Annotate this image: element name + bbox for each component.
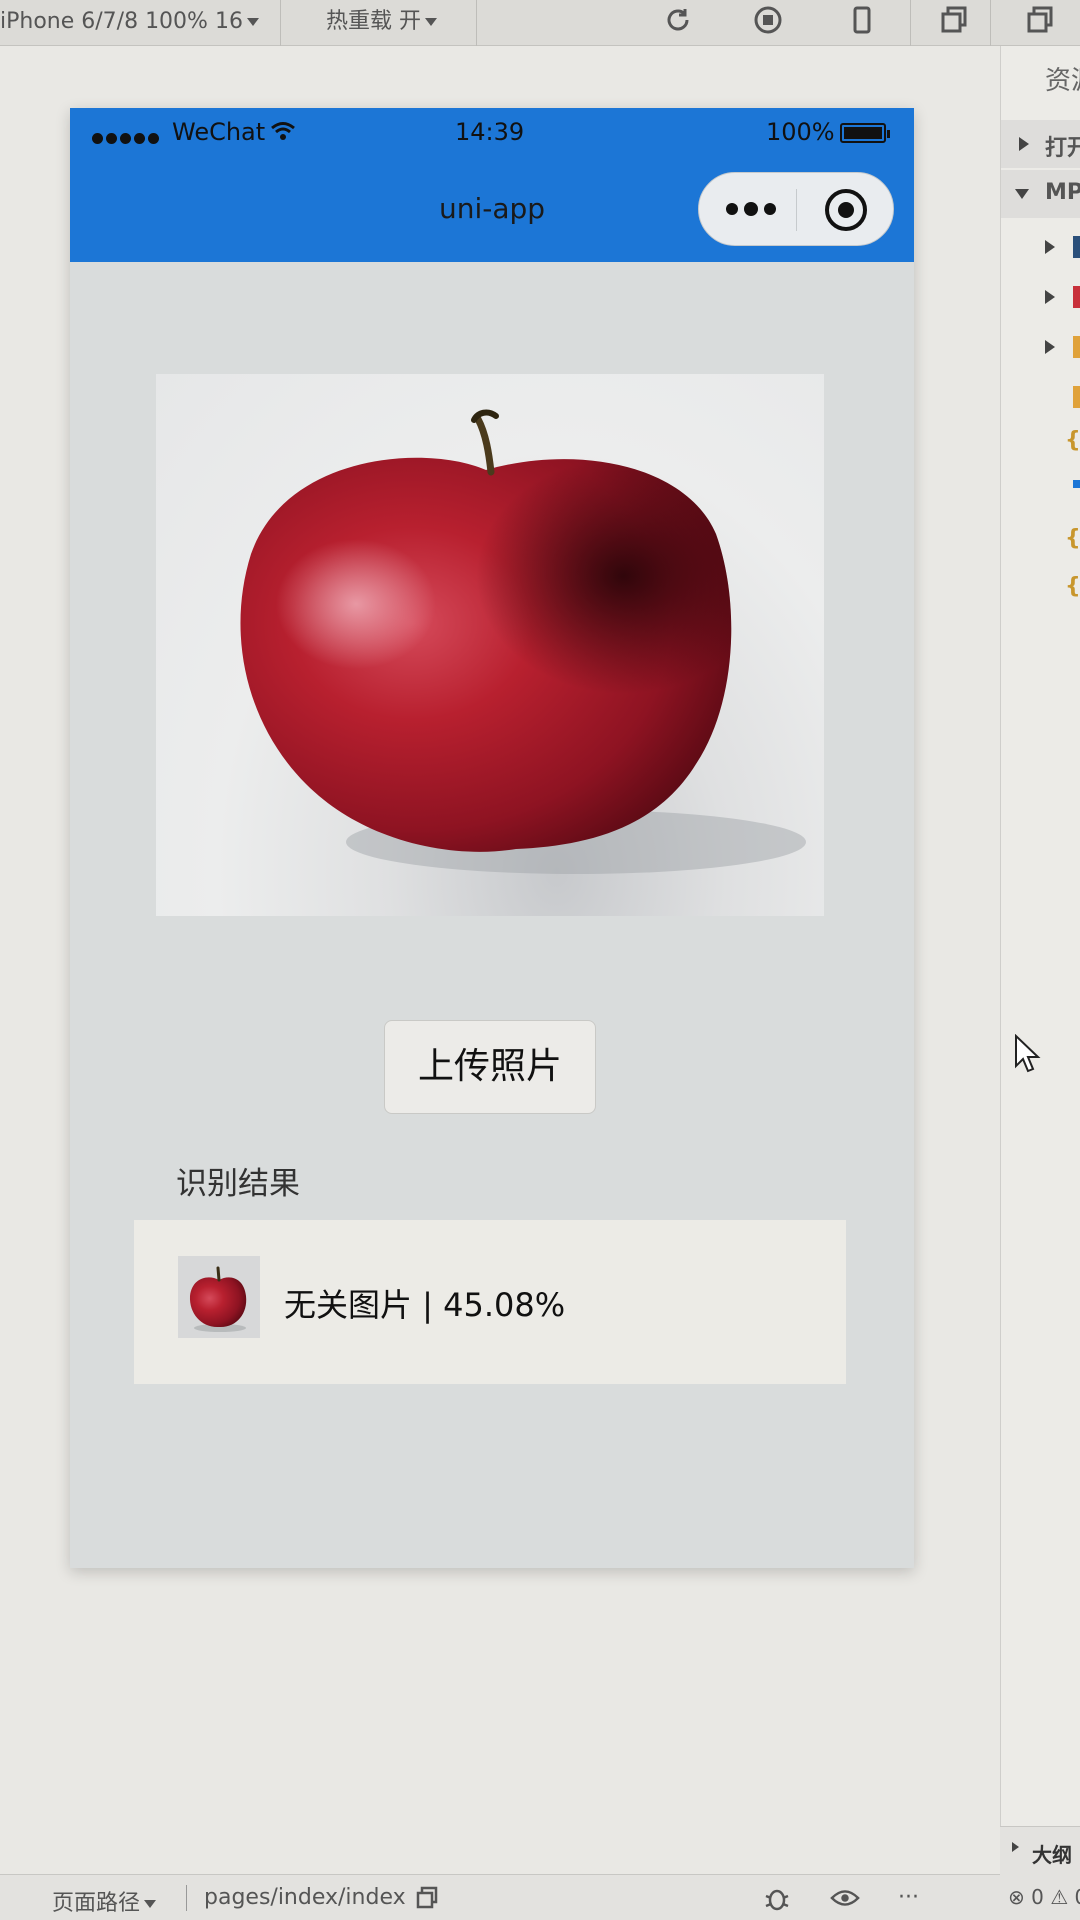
status-bar: WeChat 14:39 100% [70, 108, 914, 156]
json-file-icon: { [1065, 574, 1080, 599]
upload-photo-button[interactable]: 上传照片 [384, 1020, 596, 1114]
folder-icon [1073, 336, 1080, 358]
warning-count: 0 [1075, 1885, 1080, 1909]
toolbar-divider [280, 0, 281, 46]
json-file-icon: { [1065, 526, 1080, 551]
battery-icon [840, 123, 890, 143]
status-time: 14:39 [455, 118, 525, 146]
result-label: 无关图片 | 45.08% [284, 1286, 566, 1324]
capsule-divider [796, 189, 797, 231]
outline-panel: 大纲 ⊗ 0 ⚠ 0 [1000, 1826, 1080, 1920]
panel-row-label: MP [1045, 180, 1080, 205]
copy-icon[interactable] [1020, 0, 1060, 40]
page-path-label: 页面路径 [52, 1891, 141, 1916]
chevron-right-icon[interactable] [1045, 290, 1055, 304]
chevron-down-icon [144, 1900, 157, 1908]
menu-capsule [698, 172, 894, 246]
carrier-name: WeChat [172, 118, 266, 146]
hot-reload-label: 热重载 开 [326, 9, 421, 34]
error-count: 0 [1031, 1885, 1044, 1909]
result-item: 无关图片 | 45.08% [134, 1220, 846, 1384]
resource-panel: 资源 打开 MP { { { [1000, 46, 1080, 1920]
mouse-cursor-icon [1014, 1033, 1042, 1078]
chevron-down-icon [246, 18, 259, 26]
copy-path-icon[interactable] [412, 1883, 442, 1913]
close-miniprogram-icon[interactable] [825, 189, 867, 231]
toolbar-divider [910, 0, 911, 46]
more-icon[interactable] [721, 197, 781, 221]
panel-row-open[interactable]: 打开 [1001, 120, 1080, 168]
eye-icon[interactable] [830, 1883, 860, 1913]
chevron-right-icon[interactable] [1045, 240, 1055, 254]
chevron-right-icon[interactable] [1045, 340, 1055, 354]
copy-icon[interactable] [934, 0, 974, 40]
more-options-button[interactable]: ··· [898, 1885, 919, 1910]
ide-toolbar: iPhone 6/7/8 100% 16 热重载 开 [0, 0, 1080, 46]
outline-label: 大纲 [1032, 1843, 1072, 1867]
chevron-down-icon [425, 18, 437, 26]
file-icon [1073, 386, 1080, 408]
chevron-right-icon[interactable] [1012, 1842, 1019, 1852]
device-selector-label: iPhone 6/7/8 100% 16 [0, 9, 243, 34]
device-selector[interactable]: iPhone 6/7/8 100% 16 [0, 2, 259, 42]
apple-image [240, 409, 806, 874]
nav-bar: uni-app [70, 156, 914, 262]
toolbar-divider [990, 0, 991, 46]
toolbar-divider [476, 0, 477, 46]
signal-icon [92, 129, 162, 148]
json-file-icon: { [1065, 428, 1080, 453]
problem-counts[interactable]: ⊗ 0 ⚠ 0 [1008, 1885, 1080, 1909]
resource-panel-title: 资源 [1045, 66, 1080, 96]
bug-icon[interactable] [762, 1883, 792, 1913]
folder-icon [1073, 236, 1080, 258]
result-heading: 识别结果 [176, 1166, 300, 1202]
battery-percent: 100% [766, 118, 835, 146]
ide-status-bar: 页面路径 pages/index/index ··· [0, 1874, 1000, 1920]
page-path-dropdown[interactable]: 页面路径 [52, 1885, 157, 1917]
refresh-icon[interactable] [658, 0, 698, 40]
chevron-down-icon [1015, 189, 1029, 199]
status-divider [186, 1885, 187, 1911]
uploaded-photo [156, 374, 824, 916]
wifi-icon [270, 120, 296, 146]
panel-row-label: 打开 [1045, 136, 1080, 161]
phone-icon[interactable] [842, 0, 882, 40]
hot-reload-toggle[interactable]: 热重载 开 [326, 2, 437, 42]
panel-row-mp[interactable]: MP [1001, 170, 1080, 218]
result-thumbnail [178, 1256, 260, 1338]
stop-icon[interactable] [748, 0, 788, 40]
devtools-window: iPhone 6/7/8 100% 16 热重载 开 资源 打开 [0, 0, 1080, 1920]
file-icon [1073, 480, 1080, 488]
page-path: pages/index/index [204, 1885, 406, 1910]
simulator-screen: WeChat 14:39 100% uni-app 上传照片 识别结果 无关图片… [70, 108, 914, 1568]
folder-icon [1073, 286, 1080, 308]
chevron-right-icon [1019, 137, 1029, 151]
